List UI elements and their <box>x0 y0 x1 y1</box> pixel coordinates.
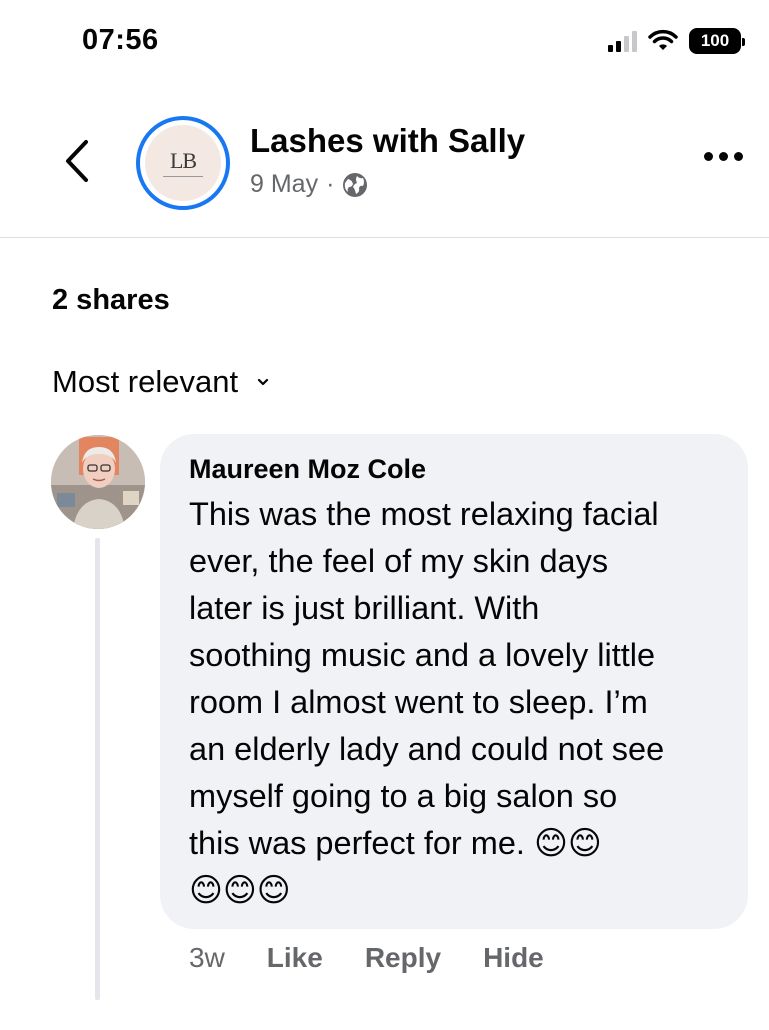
chevron-left-icon <box>66 140 88 182</box>
post-date[interactable]: 9 May <box>250 170 318 199</box>
comment-author[interactable]: Maureen Moz Cole <box>189 454 720 485</box>
meta-separator: · <box>326 170 335 198</box>
avatar <box>51 435 145 529</box>
hide-button[interactable]: Hide <box>483 942 544 974</box>
logo-text: LB <box>169 147 197 173</box>
chevron-down-icon <box>257 378 269 386</box>
thread-line <box>95 538 100 1000</box>
page-name[interactable]: Lashes with Sally <box>250 122 525 160</box>
more-options-button[interactable] <box>704 152 743 161</box>
comment-actions: 3w Like Reply Hide <box>189 942 586 974</box>
battery-icon: 100 <box>689 28 745 54</box>
more-horizontal-icon <box>704 152 713 161</box>
comment-text: This was the most relaxing facial ever, … <box>189 496 665 908</box>
status-time: 07:56 <box>82 24 159 56</box>
page-avatar[interactable]: LB <box>136 116 230 210</box>
comment-sort-dropdown[interactable]: Most relevant <box>52 364 270 400</box>
reply-button[interactable]: Reply <box>365 942 441 974</box>
sort-label: Most relevant <box>52 364 239 399</box>
post-meta: 9 May · <box>250 170 368 199</box>
cellular-signal-icon <box>608 30 637 52</box>
post-header: LB Lashes with Sally 9 May · <box>0 100 769 238</box>
like-button[interactable]: Like <box>267 942 323 974</box>
comment-time[interactable]: 3w <box>189 942 225 974</box>
back-button[interactable] <box>58 136 98 186</box>
status-icons: 100 <box>608 28 745 54</box>
comment-bubble: Maureen Moz Cole This was the most relax… <box>160 434 748 929</box>
shares-count[interactable]: 2 shares <box>52 284 170 317</box>
page-logo: LB <box>145 125 221 201</box>
wifi-icon <box>648 29 678 50</box>
commenter-avatar[interactable] <box>51 435 145 529</box>
globe-icon[interactable] <box>342 172 368 198</box>
status-bar: 07:56 100 <box>0 0 769 90</box>
